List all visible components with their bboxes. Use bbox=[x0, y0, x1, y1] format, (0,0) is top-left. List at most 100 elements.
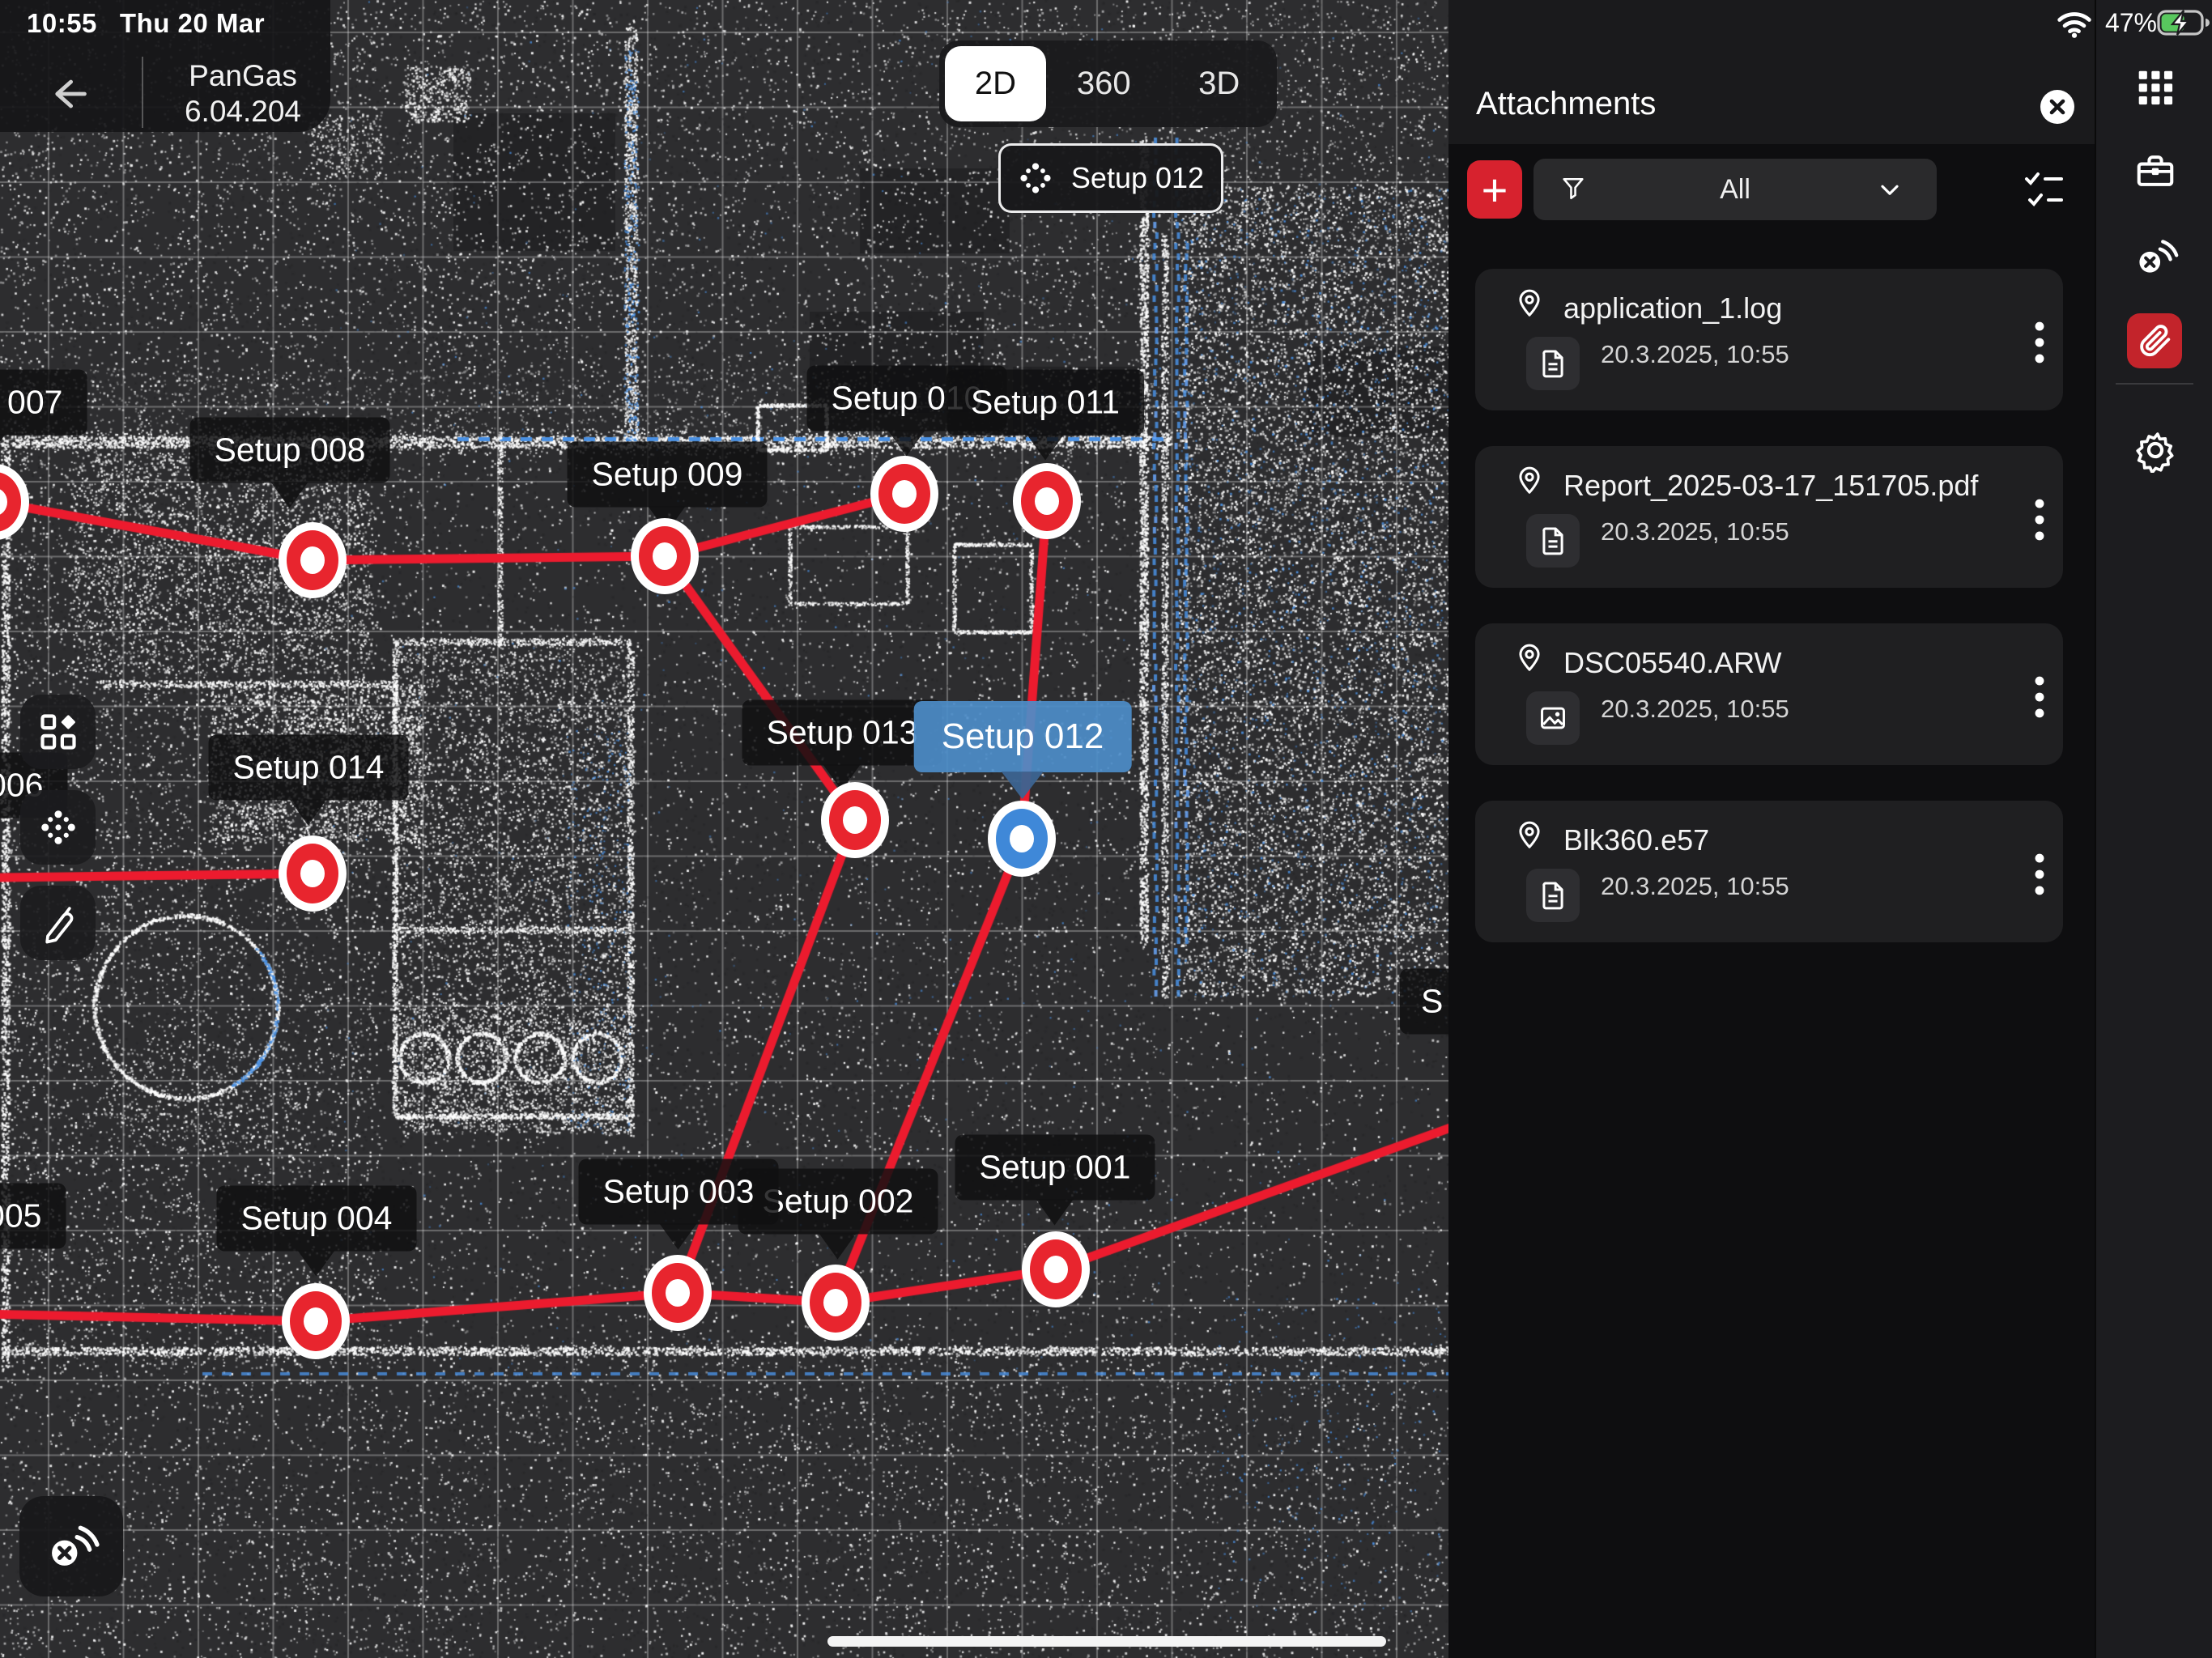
active-setup-pill[interactable]: Setup 012 bbox=[998, 143, 1223, 213]
top-left-header: 10:55 Thu 20 Mar PanGas 6.04.204 bbox=[0, 0, 330, 132]
setup-pin-008[interactable] bbox=[279, 522, 347, 598]
map-pin-icon bbox=[1514, 820, 1545, 851]
setup-label-014[interactable]: Setup 014 bbox=[209, 735, 409, 801]
attachment-menu-button[interactable] bbox=[2027, 851, 2052, 898]
sidebar-item-attachments[interactable] bbox=[2127, 313, 2182, 368]
project-name: PanGas bbox=[170, 58, 316, 94]
file-type-tile bbox=[1526, 869, 1580, 922]
setup-label-012[interactable]: Setup 012 bbox=[914, 701, 1132, 772]
paperclip-icon bbox=[2137, 323, 2172, 359]
setup-pin-004[interactable] bbox=[282, 1283, 350, 1359]
attachment-card[interactable]: application_1.log 20.3.2025, 10:55 bbox=[1475, 269, 2063, 410]
scalpel-icon bbox=[37, 902, 79, 944]
tab-3d[interactable]: 3D bbox=[1162, 46, 1278, 121]
toolbox-icon bbox=[2133, 149, 2177, 193]
file-type-tile bbox=[1526, 337, 1580, 390]
points-icon bbox=[1018, 160, 1053, 196]
setup-label-008[interactable]: Setup 008 bbox=[190, 418, 390, 483]
attachment-card[interactable]: Report_2025-03-17_151705.pdf20.3.2025, 1… bbox=[1475, 446, 2063, 588]
header-divider bbox=[142, 57, 143, 128]
attachment-date: 20.3.2025, 10:55 bbox=[1601, 872, 1789, 901]
attachment-menu-button[interactable] bbox=[2027, 496, 2052, 543]
setup-pin-011[interactable] bbox=[1013, 463, 1081, 539]
chevron-down-icon bbox=[1875, 175, 1904, 204]
attachment-filename: Report_2025-03-17_151705.pdf bbox=[1563, 469, 1978, 503]
attachment-filename: application_1.log bbox=[1563, 291, 1782, 325]
setup-label-007[interactable]: Setup 007 bbox=[0, 370, 87, 436]
wifi-icon bbox=[2057, 10, 2092, 39]
scanner-disconnected-button[interactable] bbox=[19, 1496, 123, 1596]
setup-pin-003[interactable] bbox=[644, 1255, 712, 1331]
file-type-tile bbox=[1526, 514, 1580, 568]
close-panel-button[interactable] bbox=[2040, 90, 2074, 124]
setup-label-clipped[interactable]: S bbox=[1400, 969, 1448, 1035]
setup-label-009[interactable]: Setup 009 bbox=[568, 442, 768, 508]
filter-dropdown[interactable]: All bbox=[1534, 159, 1937, 220]
map-pin-icon bbox=[1514, 643, 1545, 674]
setup-pin-012[interactable] bbox=[988, 801, 1056, 877]
view-mode-switcher: 2D 360 3D bbox=[939, 40, 1277, 127]
attachment-date: 20.3.2025, 10:55 bbox=[1601, 695, 1789, 724]
attachment-menu-button[interactable] bbox=[2027, 674, 2052, 721]
tool-points-move-button[interactable] bbox=[20, 790, 96, 865]
objects-icon bbox=[37, 711, 79, 753]
sidebar-divider bbox=[2116, 383, 2193, 385]
battery-icon bbox=[2157, 9, 2210, 36]
project-version: 6.04.204 bbox=[170, 94, 316, 130]
setup-label-004[interactable]: Setup 004 bbox=[217, 1186, 417, 1252]
setup-label-005[interactable]: Setup 005 bbox=[0, 1184, 66, 1249]
sidebar-item-apps[interactable] bbox=[2135, 67, 2176, 108]
image-type-tile bbox=[1526, 691, 1580, 745]
project-title: PanGas 6.04.204 bbox=[170, 58, 316, 130]
tool-scalpel-button[interactable] bbox=[20, 886, 96, 960]
back-button[interactable] bbox=[42, 71, 91, 117]
setup-label-003[interactable]: Setup 003 bbox=[579, 1159, 779, 1225]
setup-label-001[interactable]: Setup 001 bbox=[955, 1135, 1155, 1201]
tab-2d[interactable]: 2D bbox=[945, 46, 1046, 121]
attachment-date: 20.3.2025, 10:55 bbox=[1601, 340, 1789, 369]
right-sidebar: 47% bbox=[2095, 0, 2212, 1658]
settings-icon bbox=[2133, 427, 2178, 473]
sidebar-item-settings[interactable] bbox=[2133, 427, 2178, 473]
attachments-panel: Attachments + All bbox=[1448, 0, 2095, 1658]
setup-label-013[interactable]: Setup 013 bbox=[742, 700, 942, 766]
scanner-disconnected-icon bbox=[2132, 235, 2179, 278]
setup-label-011[interactable]: Setup 011 bbox=[946, 370, 1144, 436]
setup-pin-013[interactable] bbox=[821, 782, 889, 858]
setup-pin-009[interactable] bbox=[631, 518, 699, 594]
attachments-filter-row: + All bbox=[1448, 144, 2095, 249]
attachment-card[interactable]: DSC05540.ARW 20.3.2025, 10:55 bbox=[1475, 623, 2063, 765]
setup-pin-002[interactable] bbox=[802, 1265, 870, 1341]
active-setup-label: Setup 012 bbox=[1071, 161, 1204, 195]
attachment-filename: Blk360.e57 bbox=[1563, 823, 1709, 857]
tool-objects-button[interactable] bbox=[20, 695, 96, 769]
close-icon bbox=[2040, 90, 2074, 124]
add-attachment-button[interactable]: + bbox=[1467, 160, 1522, 219]
status-time-date: 10:55 Thu 20 Mar bbox=[27, 8, 287, 39]
tab-360[interactable]: 360 bbox=[1046, 46, 1162, 121]
status-date: Thu 20 Mar bbox=[120, 8, 265, 38]
points-move-icon bbox=[37, 806, 79, 848]
setup-pin-001[interactable] bbox=[1022, 1231, 1090, 1307]
back-arrow-icon bbox=[42, 71, 91, 117]
home-indicator[interactable] bbox=[827, 1636, 1386, 1647]
attachment-menu-button[interactable] bbox=[2027, 319, 2052, 366]
map-pin-icon bbox=[1514, 288, 1545, 319]
attachment-card[interactable]: Blk360.e57 20.3.2025, 10:55 bbox=[1475, 801, 2063, 942]
multiselect-icon[interactable] bbox=[2023, 168, 2065, 210]
point-cloud-canvas[interactable] bbox=[0, 0, 1448, 1658]
map-pin-icon bbox=[1514, 466, 1545, 496]
scanner-off-icon bbox=[42, 1520, 100, 1573]
point-cloud-map[interactable]: Setup 001Setup 002Setup 003Setup 004Setu… bbox=[0, 0, 1448, 1658]
sidebar-item-toolbox[interactable] bbox=[2133, 149, 2177, 193]
attachments-title: Attachments bbox=[1476, 86, 1656, 122]
battery-percent: 47% bbox=[2105, 8, 2157, 38]
setup-pin-014[interactable] bbox=[279, 835, 347, 912]
status-time: 10:55 bbox=[27, 8, 97, 38]
app-root: { "status_bar": {"time": "10:55", "date"… bbox=[0, 0, 2212, 1658]
battery-status: 47% bbox=[2096, 6, 2212, 39]
attachments-header: Attachments bbox=[1448, 0, 2095, 144]
setup-pin-010[interactable] bbox=[870, 456, 938, 532]
sidebar-item-scanner-disconnected[interactable] bbox=[2132, 235, 2179, 278]
attachment-filename: DSC05540.ARW bbox=[1563, 646, 1781, 680]
